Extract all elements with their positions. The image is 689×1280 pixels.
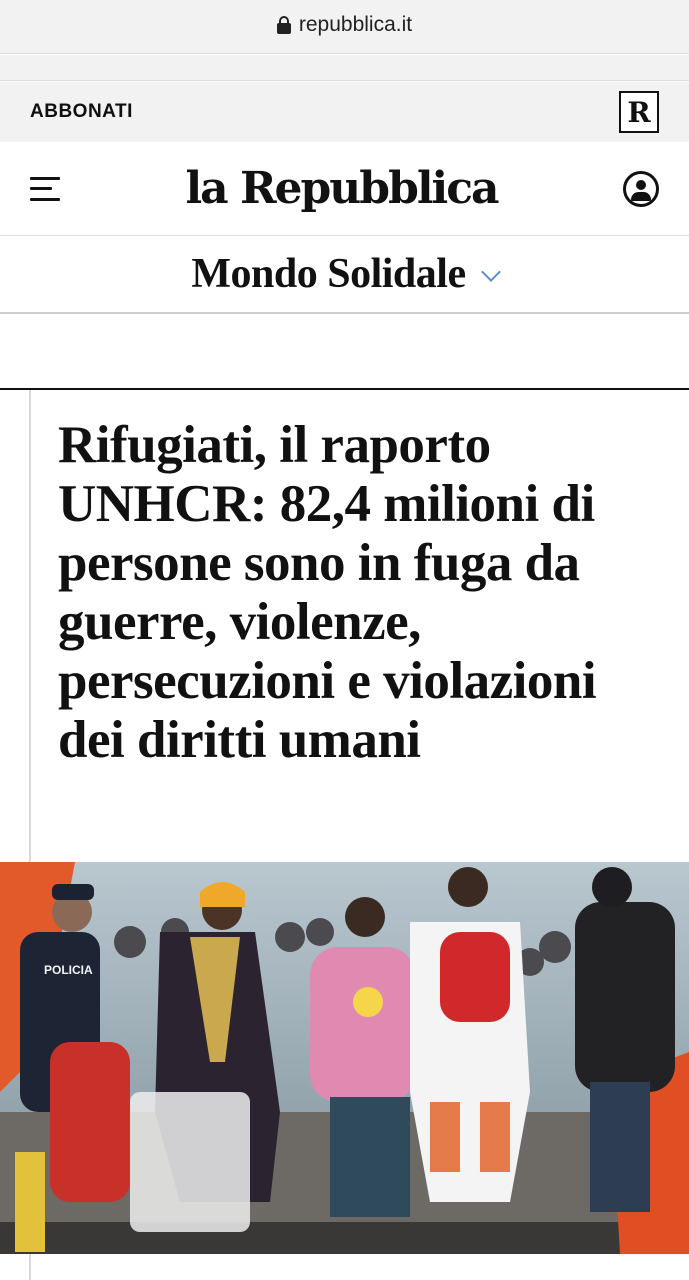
section-title: Mondo Solidale bbox=[191, 251, 466, 297]
chevron-down-icon[interactable] bbox=[480, 262, 501, 282]
article-headline: Rifugiati, il raporto UNHCR: 82,4 milion… bbox=[58, 416, 597, 769]
article-photo: POLICIA bbox=[0, 862, 689, 1254]
subscribe-link[interactable]: ABBONATI bbox=[30, 101, 133, 123]
site-logo[interactable]: la Repubblica bbox=[185, 163, 499, 214]
address-bar[interactable]: repubblica.it bbox=[0, 0, 689, 54]
repubblica-r-logo[interactable]: R bbox=[619, 91, 659, 133]
article-side-rule-bottom bbox=[29, 1254, 31, 1280]
article-top-rule bbox=[0, 388, 689, 390]
section-selector[interactable]: Mondo Solidale bbox=[0, 236, 689, 314]
url-text[interactable]: repubblica.it bbox=[299, 13, 412, 37]
browser-toolbar-strip bbox=[0, 55, 689, 81]
article-side-rule bbox=[29, 390, 31, 862]
photo-vest-text: POLICIA bbox=[44, 963, 93, 977]
menu-icon[interactable] bbox=[30, 176, 60, 201]
top-subscribe-bar: ABBONATI R bbox=[0, 82, 689, 142]
user-icon[interactable] bbox=[623, 170, 659, 207]
lock-icon bbox=[276, 15, 291, 34]
site-header: la Repubblica bbox=[0, 142, 689, 236]
